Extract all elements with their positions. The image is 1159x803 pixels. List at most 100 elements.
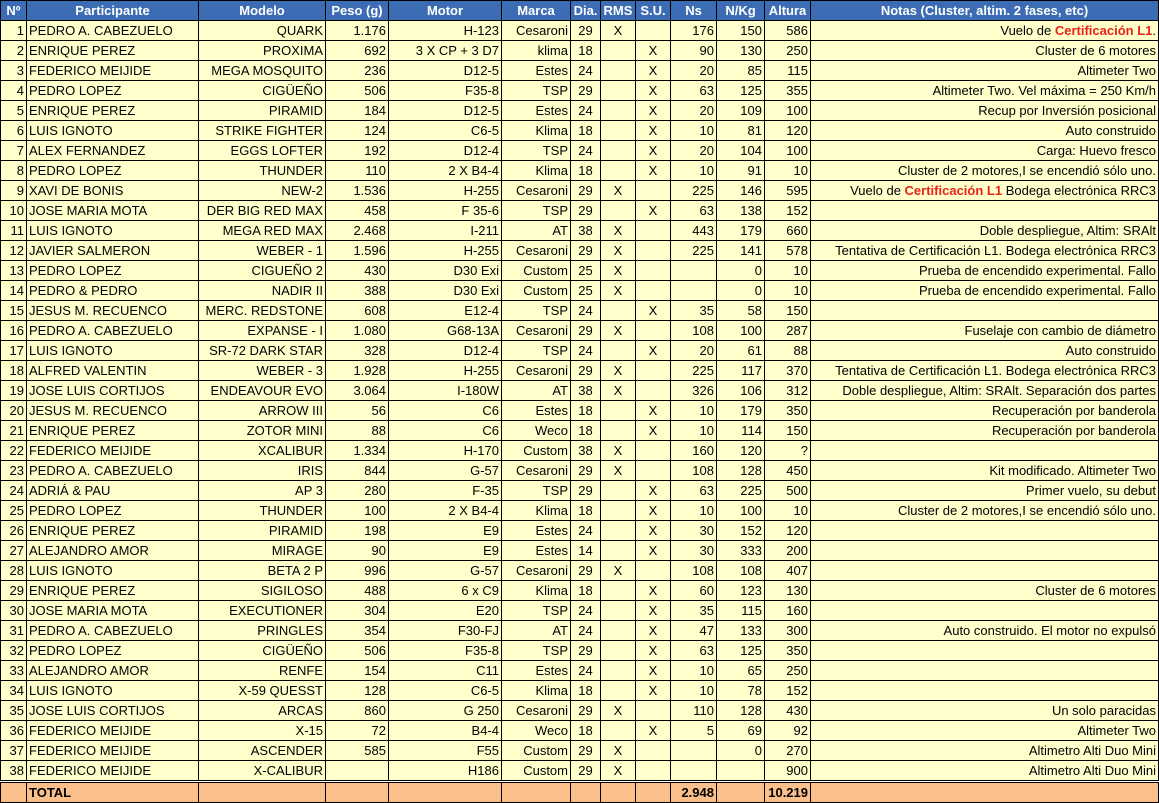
nkg-cell: 333: [716, 540, 765, 561]
motor-cell: D12-5: [388, 60, 502, 81]
model-cell: CIGÜEÑO: [198, 80, 326, 101]
row-number: 13: [0, 260, 27, 281]
weight-cell: [325, 760, 389, 782]
su-cell: [635, 560, 671, 581]
total-empty-cell: [0, 780, 27, 803]
weight-cell: 88: [325, 420, 389, 441]
ns-cell: 35: [670, 600, 717, 621]
su-cell: [635, 180, 671, 201]
model-cell: AP 3: [198, 480, 326, 501]
notes-text: .: [1152, 22, 1156, 38]
table-row: 35 JOSE LUIS CORTIJOS ARCAS 860 G 250 Cesaron…: [0, 700, 1159, 721]
altitude-cell: 10: [764, 500, 811, 521]
motor-cell: G68-13A: [388, 320, 502, 341]
row-number: 9: [0, 180, 27, 201]
motor-cell: C6: [388, 400, 502, 421]
brand-cell: TSP: [501, 140, 571, 161]
motor-cell: C6-5: [388, 680, 502, 701]
notes-cell: [810, 520, 1159, 541]
table-row: 31 PEDRO A. CABEZUELO PRINGLES 354 F30-FJ AT 2…: [0, 620, 1159, 641]
rms-cell: [600, 400, 636, 421]
row-number: 14: [0, 280, 27, 301]
brand-cell: TSP: [501, 300, 571, 321]
notes-cell: Auto construido: [810, 120, 1159, 141]
nkg-cell: 69: [716, 720, 765, 741]
participant-cell: FEDERICO MEIJIDE: [26, 740, 199, 761]
table-row: 7 ALEX FERNANDEZ EGGS LOFTER 192 D12-4 TSP 24 X…: [0, 140, 1159, 161]
model-cell: CIGUEÑO 2: [198, 260, 326, 281]
weight-cell: 506: [325, 640, 389, 661]
motor-cell: E20: [388, 600, 502, 621]
diameter-cell: 18: [570, 120, 601, 141]
ns-cell: 60: [670, 580, 717, 601]
notes-text: Doble despliegue, Altim: SRAlt. Separaci…: [842, 382, 1156, 398]
diameter-cell: 38: [570, 380, 601, 401]
ns-cell: 10: [670, 500, 717, 521]
rms-cell: [600, 640, 636, 661]
rms-cell: X: [600, 460, 636, 481]
ns-cell: [670, 740, 717, 761]
row-number: 21: [0, 420, 27, 441]
altitude-cell: 130: [764, 580, 811, 601]
altitude-cell: 300: [764, 620, 811, 641]
notes-cell: [810, 560, 1159, 581]
participant-cell: LUIS IGNOTO: [26, 340, 199, 361]
ns-cell: 63: [670, 480, 717, 501]
nkg-cell: 128: [716, 460, 765, 481]
table-body: 1 PEDRO A. CABEZUELO QUARK 1.176 H-123 Cesaro…: [0, 20, 1159, 803]
model-cell: WEBER - 1: [198, 240, 326, 261]
model-cell: RENFE: [198, 660, 326, 681]
brand-cell: Custom: [501, 260, 571, 281]
weight-cell: 608: [325, 300, 389, 321]
motor-cell: D30 Exi: [388, 260, 502, 281]
brand-cell: Estes: [501, 60, 571, 81]
ns-cell: [670, 280, 717, 301]
table-row: 18 ALFRED VALENTIN WEBER - 3 1.928 H-255 Cesa…: [0, 360, 1159, 381]
table-row: 20 JESUS M. RECUENCO ARROW III 56 C6 Estes 18 X…: [0, 400, 1159, 421]
motor-cell: D12-4: [388, 140, 502, 161]
row-number: 15: [0, 300, 27, 321]
diameter-cell: 38: [570, 440, 601, 461]
notes-text: Auto construido: [1065, 122, 1156, 138]
model-cell: X-59 QUESST: [198, 680, 326, 701]
column-header: RMS: [600, 0, 636, 21]
column-header: Marca: [501, 0, 571, 21]
rms-cell: [600, 620, 636, 641]
participant-cell: JOSE MARIA MOTA: [26, 600, 199, 621]
model-cell: X-CALIBUR: [198, 760, 326, 782]
notes-text: Altimeter Two: [1077, 62, 1156, 78]
table-row: 6 LUIS IGNOTO STRIKE FIGHTER 124 C6-5 Klima 18…: [0, 120, 1159, 141]
weight-cell: 154: [325, 660, 389, 681]
participant-cell: PEDRO A. CABEZUELO: [26, 20, 199, 41]
notes-text: Un solo paracidas: [1051, 702, 1156, 718]
table-row: 37 FEDERICO MEIJIDE ASCENDER 585 F55 Custom 29…: [0, 740, 1159, 761]
altitude-cell: 270: [764, 740, 811, 761]
notes-text: Cluster de 6 motores: [1035, 582, 1156, 598]
brand-cell: Klima: [501, 580, 571, 601]
row-number: 32: [0, 640, 27, 661]
su-cell: [635, 360, 671, 381]
diameter-cell: 29: [570, 360, 601, 381]
model-cell: X-15: [198, 720, 326, 741]
model-cell: MEGA MOSQUITO: [198, 60, 326, 81]
nkg-cell: 179: [716, 400, 765, 421]
diameter-cell: 18: [570, 420, 601, 441]
motor-cell: F30-FJ: [388, 620, 502, 641]
total-empty-cell: [501, 780, 571, 803]
nkg-cell: 123: [716, 580, 765, 601]
rms-cell: X: [600, 320, 636, 341]
rms-cell: [600, 480, 636, 501]
su-cell: X: [635, 520, 671, 541]
brand-cell: Estes: [501, 400, 571, 421]
su-cell: X: [635, 120, 671, 141]
rms-cell: X: [600, 740, 636, 761]
participant-cell: JOSE MARIA MOTA: [26, 200, 199, 221]
nkg-cell: 58: [716, 300, 765, 321]
su-cell: [635, 700, 671, 721]
weight-cell: 1.596: [325, 240, 389, 261]
participant-cell: ENRIQUE PEREZ: [26, 40, 199, 61]
total-empty-cell: [635, 780, 671, 803]
notes-text: Cluster de 2 motores,I se encendió sólo …: [898, 502, 1156, 518]
total-empty-cell: [570, 780, 601, 803]
ns-cell: [670, 260, 717, 281]
